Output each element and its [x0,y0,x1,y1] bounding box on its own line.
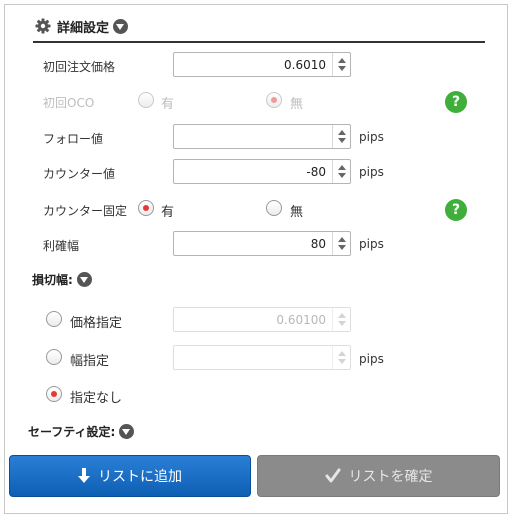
confirm-list-button[interactable]: リストを確定 [257,455,500,497]
stepper-up-icon[interactable] [338,313,346,318]
help-icon[interactable]: ? [445,91,467,113]
stepper-up-icon[interactable] [338,130,346,135]
initial-price-label: 初回注文価格 [43,60,116,74]
profit-stepper[interactable] [332,232,350,255]
stop-loss-none-label: 指定なし [70,391,123,406]
initial-oco-no-label: 無 [290,97,304,112]
safety-title: セーフティ設定: [28,425,116,439]
initial-oco-no-radio[interactable] [266,92,282,108]
confirm-list-label: リストを確定 [348,469,433,485]
follow-field[interactable] [173,124,351,149]
stop-loss-width-field[interactable] [173,345,351,370]
chevron-down-icon[interactable] [113,18,129,34]
stepper-up-icon[interactable] [338,165,346,170]
stepper-up-icon[interactable] [338,58,346,63]
counter-fixed-label: カウンター固定 [43,204,128,218]
profit-field[interactable]: 80 [173,231,351,256]
stepper-down-icon[interactable] [338,138,346,143]
follow-unit: pips [359,130,384,144]
counter-fixed-yes-label: 有 [161,205,175,220]
profit-unit: pips [359,237,384,251]
counter-stepper[interactable] [332,160,350,183]
detail-settings-title: 詳細設定 [57,20,110,36]
stop-loss-none-radio[interactable] [46,386,62,402]
follow-label: フォロー値 [43,132,104,146]
counter-fixed-no-radio[interactable] [266,200,282,216]
initial-oco-yes-radio[interactable] [138,92,154,108]
counter-unit: pips [359,165,384,179]
stepper-up-icon[interactable] [338,351,346,356]
stepper-up-icon[interactable] [338,237,346,242]
stop-loss-title: 損切幅: [32,273,73,287]
stop-loss-price-radio[interactable] [46,311,62,327]
counter-field[interactable]: -80 [173,159,351,184]
stop-loss-width-label: 幅指定 [70,354,110,369]
stop-loss-width-unit: pips [359,352,384,366]
profit-value: 80 [310,237,326,251]
initial-oco-label: 初回OCO [43,96,95,110]
help-icon[interactable]: ? [445,199,467,221]
stepper-down-icon[interactable] [338,321,346,326]
initial-price-stepper[interactable] [332,53,350,76]
follow-stepper[interactable] [332,125,350,148]
counter-fixed-yes-radio[interactable] [138,200,154,216]
stop-loss-width-stepper[interactable] [332,346,350,369]
counter-value: -80 [306,165,326,179]
stepper-down-icon[interactable] [338,359,346,364]
stop-loss-header[interactable]: 損切幅: [32,271,92,288]
counter-label: カウンター値 [43,167,116,181]
header-divider [33,41,485,43]
add-to-list-button[interactable]: リストに追加 [9,455,251,497]
stop-loss-price-value: 0.60100 [276,313,326,327]
stop-loss-price-field[interactable]: 0.60100 [173,307,351,332]
initial-price-field[interactable]: 0.6010 [173,52,351,77]
stop-loss-price-label: 価格指定 [70,316,123,331]
stop-loss-width-radio[interactable] [46,349,62,365]
checkmark-icon [325,468,341,484]
chevron-down-icon[interactable] [76,272,92,287]
stepper-down-icon[interactable] [338,173,346,178]
initial-oco-yes-label: 有 [161,97,175,112]
chevron-down-icon[interactable] [119,424,135,439]
safety-header[interactable]: セーフティ設定: [28,423,135,440]
gear-icon [35,18,51,34]
stop-loss-price-stepper[interactable] [332,308,350,331]
detail-settings-header[interactable]: 詳細設定 [35,17,129,36]
profit-label: 利確幅 [43,239,80,253]
counter-fixed-no-label: 無 [290,205,304,220]
settings-panel: 詳細設定 初回注文価格 0.6010 初回OCO 有 無 ? フォロー値 pip… [4,4,508,514]
stepper-down-icon[interactable] [338,245,346,250]
stepper-down-icon[interactable] [338,66,346,71]
add-to-list-label: リストに追加 [98,469,182,485]
arrow-down-icon [78,468,90,484]
initial-price-value: 0.6010 [284,58,326,72]
